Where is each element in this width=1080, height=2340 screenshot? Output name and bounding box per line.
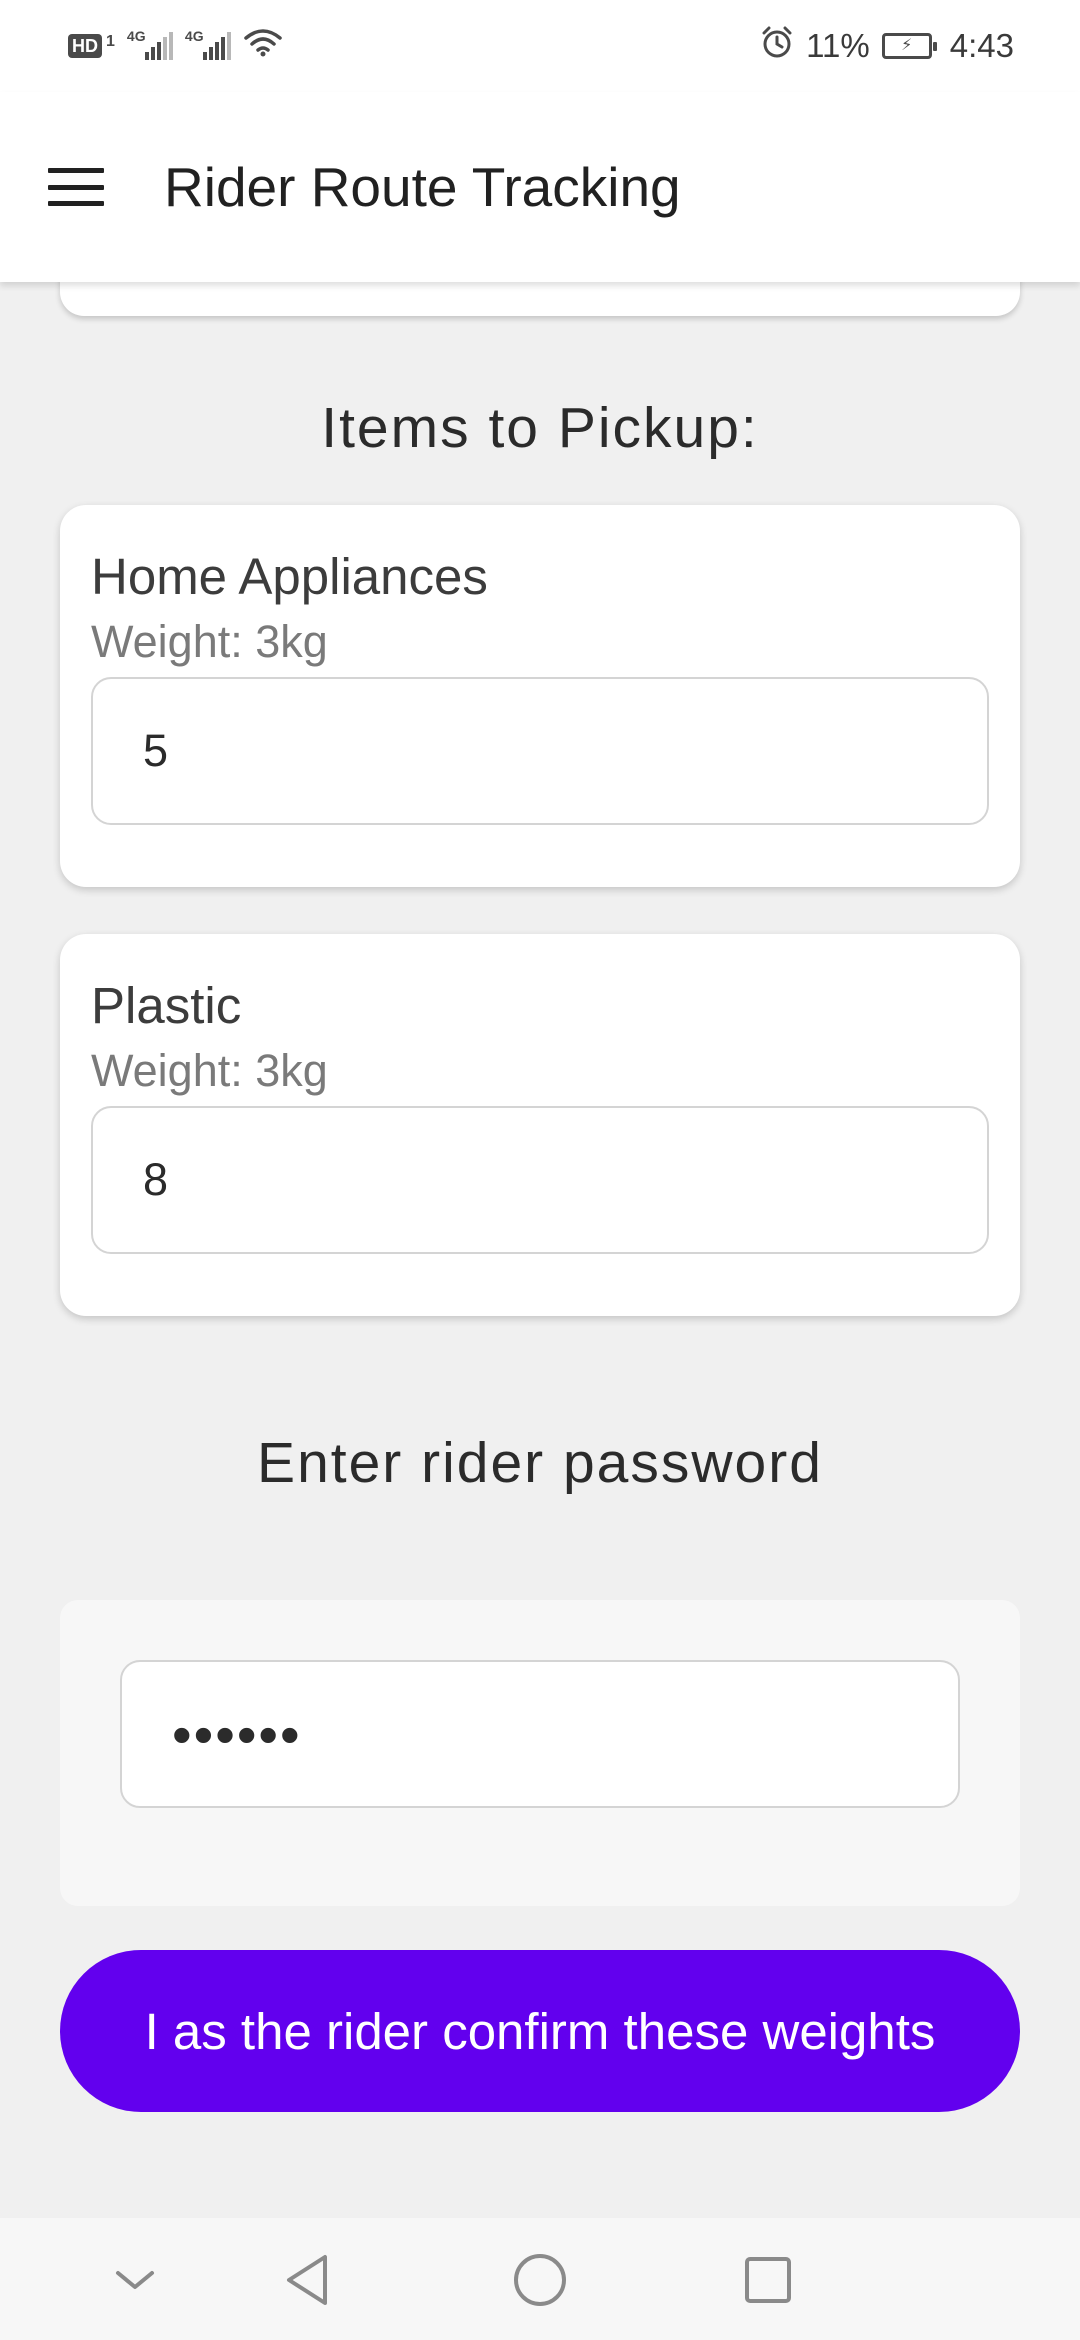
home-icon[interactable] xyxy=(510,2250,570,2310)
chevron-down-icon[interactable] xyxy=(105,2250,165,2310)
battery-percent: 11% xyxy=(806,27,870,64)
status-right: 11% ⚡ 4:43 xyxy=(760,25,1014,67)
status-bar: HD 1 4G 4G 11% ⚡ 4:43 xyxy=(0,0,1080,92)
item-card: Home Appliances Weight: 3kg xyxy=(60,505,1020,887)
item-weight: Weight: 3kg xyxy=(91,1045,328,1096)
wifi-icon xyxy=(243,27,283,65)
password-container xyxy=(60,1600,1020,1906)
system-nav-bar xyxy=(0,2218,1080,2340)
cell-signal-icon: 4G xyxy=(127,28,173,60)
item-name: Home Appliances xyxy=(91,548,488,605)
item-weight: Weight: 3kg xyxy=(91,616,328,667)
back-icon[interactable] xyxy=(278,2250,338,2310)
items-section-title: Items to Pickup: xyxy=(321,396,759,460)
menu-icon[interactable] xyxy=(48,166,104,208)
item-weight-input[interactable] xyxy=(91,677,989,825)
battery-charging-icon: ⚡ xyxy=(881,33,937,59)
password-section-title: Enter rider password xyxy=(257,1431,823,1495)
recents-icon[interactable] xyxy=(738,2250,798,2310)
item-card: Plastic Weight: 3kg xyxy=(60,934,1020,1316)
item-name: Plastic xyxy=(91,977,242,1034)
screen: HD 1 4G 4G 11% ⚡ 4:43 Rider Route Tracki… xyxy=(0,0,1080,2340)
network-type-label: 4G xyxy=(126,28,146,44)
clock-time: 4:43 xyxy=(949,27,1014,64)
sim-number: 1 xyxy=(106,33,115,50)
page-title: Rider Route Tracking xyxy=(164,156,681,218)
status-left: HD 1 4G 4G xyxy=(68,27,283,65)
alarm-icon xyxy=(760,25,794,67)
confirm-weights-button[interactable]: I as the rider confirm these weights xyxy=(60,1950,1020,2112)
network-type-label: 4G xyxy=(184,28,204,44)
app-bar: Rider Route Tracking xyxy=(0,92,1080,282)
hd-badge: HD xyxy=(68,34,102,58)
password-input[interactable] xyxy=(120,1660,960,1808)
item-weight-input[interactable] xyxy=(91,1106,989,1254)
cell-signal-icon: 4G xyxy=(185,28,231,60)
